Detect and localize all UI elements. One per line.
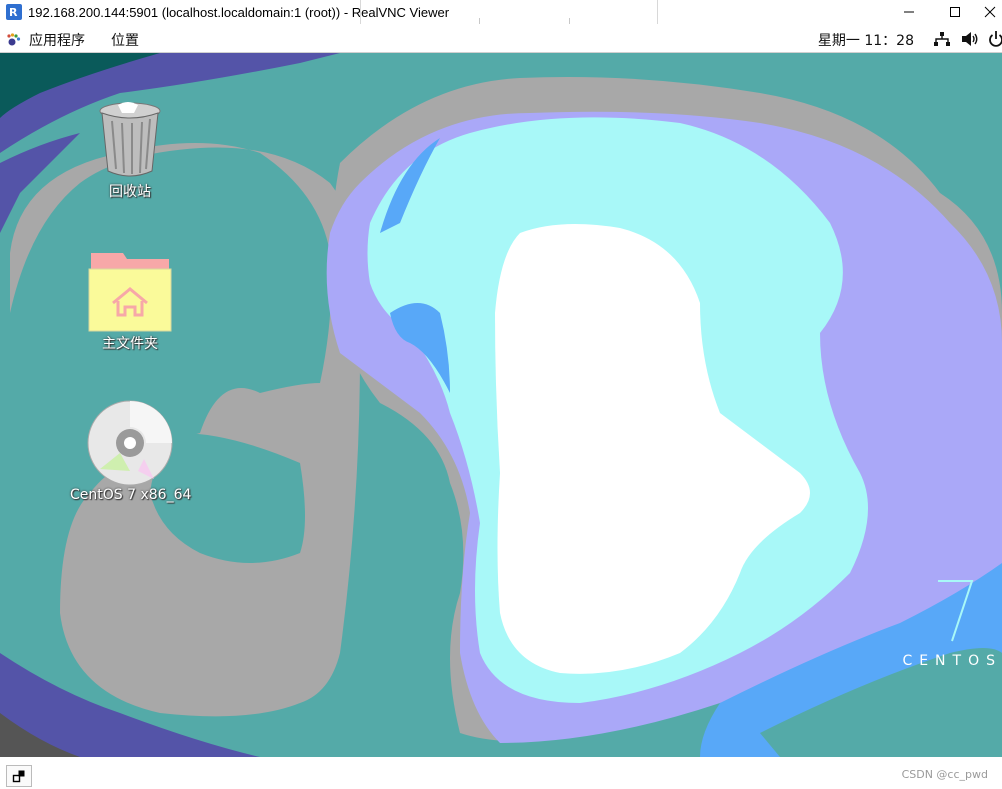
- desktop-icon-label: 回收站: [109, 184, 151, 200]
- optical-disc-icon: [87, 400, 173, 486]
- applications-menu[interactable]: 应用程序: [29, 30, 85, 50]
- desktop-icon-label: 主文件夹: [102, 336, 158, 352]
- vnc-status-bar: CSDN @cc_pwd: [0, 757, 1002, 789]
- realvnc-icon: R: [6, 4, 22, 20]
- network-icon[interactable]: [933, 31, 951, 47]
- desktop-icon-cdrom[interactable]: CentOS 7 x86_64: [70, 399, 192, 503]
- desktop[interactable]: 回收站 主文件夹 CentOS 7 x86_64 CENTOS: [0, 53, 1002, 757]
- places-menu[interactable]: 位置: [111, 30, 139, 50]
- restore-button[interactable]: [6, 765, 32, 787]
- watermark: CSDN @cc_pwd: [901, 768, 988, 781]
- svg-text:R: R: [9, 6, 18, 19]
- centos-brand-text: CENTOS: [902, 653, 1002, 669]
- close-button[interactable]: [978, 0, 1002, 24]
- desktop-icon-trash[interactable]: 回收站: [70, 101, 190, 201]
- gnome-top-bar: 应用程序 位置 星期一 11：28: [0, 24, 1002, 53]
- gnome-foot-icon: [7, 33, 21, 46]
- minimize-icon: [904, 11, 914, 13]
- maximize-icon: [950, 7, 960, 17]
- volume-icon[interactable]: [961, 31, 979, 47]
- maximize-button[interactable]: [932, 0, 978, 24]
- home-folder-icon: [88, 253, 172, 332]
- minimize-button[interactable]: [886, 0, 932, 24]
- clock[interactable]: 星期一 11：28: [818, 30, 914, 50]
- restore-window-icon: [12, 770, 25, 783]
- desktop-icon-home[interactable]: 主文件夹: [70, 251, 190, 353]
- trash-icon: [99, 102, 161, 177]
- power-icon[interactable]: [989, 30, 1002, 48]
- desktop-icon-label: CentOS 7 x86_64: [70, 487, 192, 503]
- close-icon: [984, 6, 996, 18]
